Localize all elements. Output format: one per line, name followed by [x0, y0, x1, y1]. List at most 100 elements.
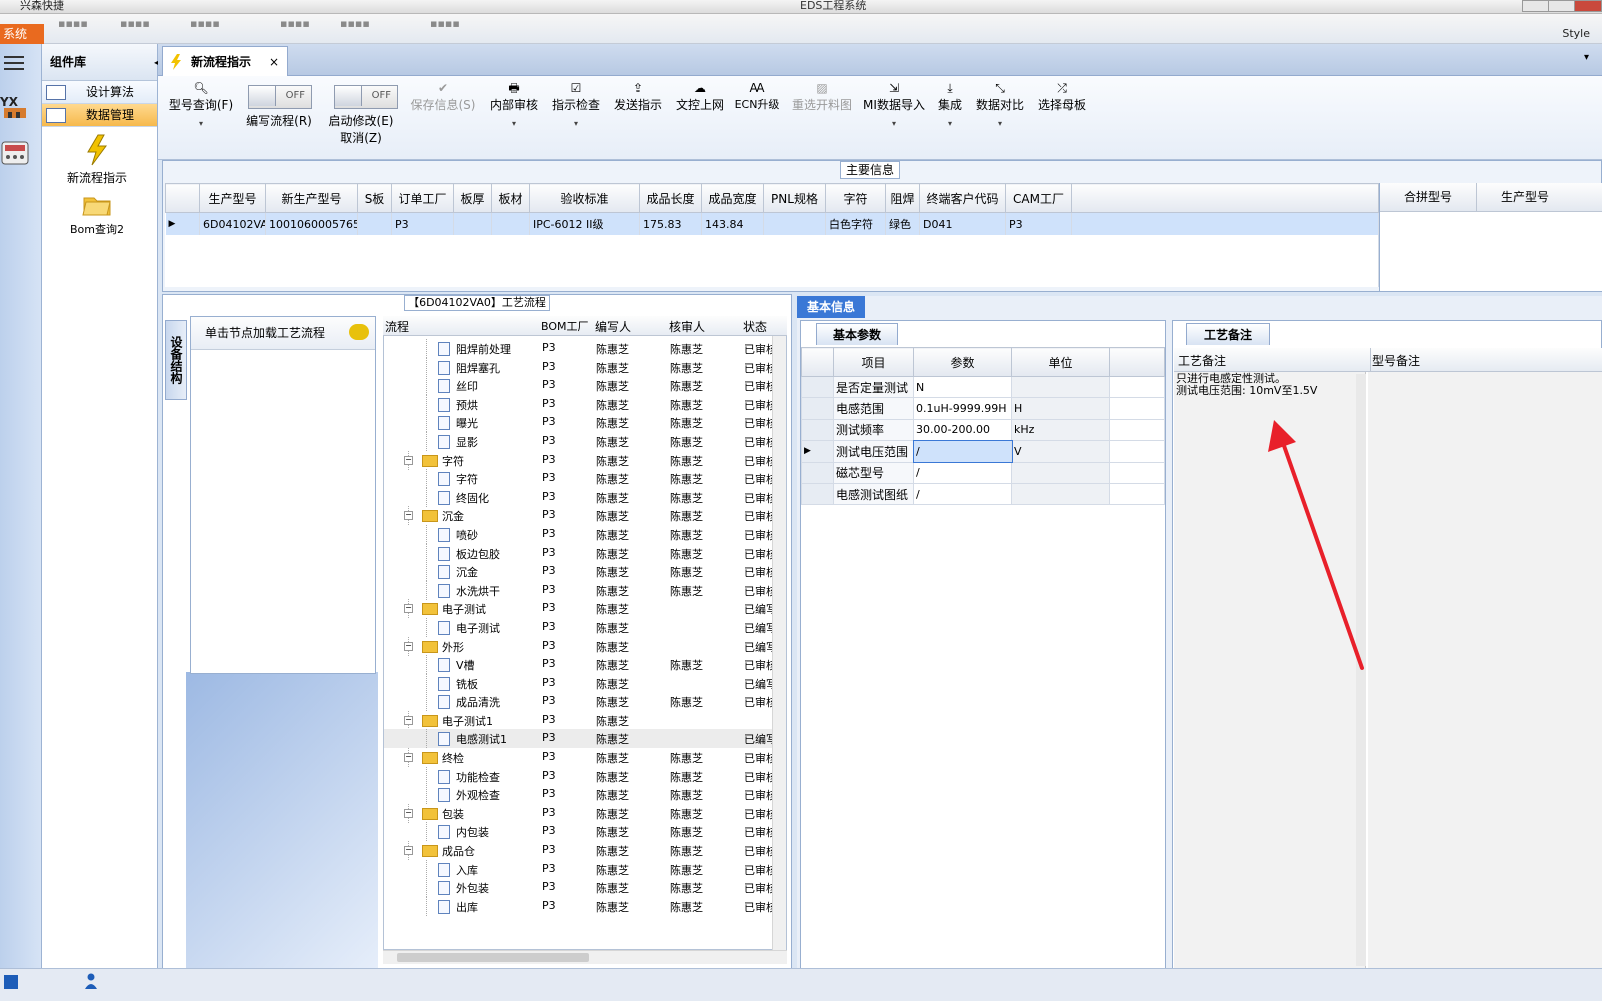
param-unit[interactable]: H: [1011, 397, 1110, 420]
menu-item[interactable]: ▪▪▪▪: [58, 17, 88, 30]
tab-new-process[interactable]: 新流程指示 ×: [162, 46, 288, 77]
menu-item[interactable]: ▪▪▪▪: [120, 17, 150, 30]
tree-row[interactable]: 出库 P3 陈惠芝 陈惠芝 已审核: [384, 896, 777, 916]
yx-module-icon[interactable]: YX: [0, 92, 30, 122]
tree-row[interactable]: 阻焊前处理 P3 陈惠芝 陈惠芝 已审核: [384, 339, 777, 358]
param-unit[interactable]: kHz: [1011, 418, 1110, 442]
column-header[interactable]: 状态: [743, 318, 767, 335]
column-header[interactable]: 阻焊: [885, 183, 920, 213]
model-note-textarea[interactable]: [1368, 372, 1602, 968]
param-unit[interactable]: [1011, 482, 1110, 506]
column-header[interactable]: 终端客户代码: [919, 183, 1006, 213]
tree-row[interactable]: − 包装 P3 陈惠芝 陈惠芝 已审核: [384, 803, 777, 823]
tree-row[interactable]: 沉金 P3 陈惠芝 陈惠芝 已审核: [384, 562, 777, 582]
column-header[interactable]: 单位: [1011, 347, 1110, 377]
param-value[interactable]: /: [913, 482, 1012, 506]
param-row[interactable]: 是否定量测试 N: [801, 375, 1165, 399]
write-process-toggle[interactable]: OFF: [248, 85, 312, 109]
param-item[interactable]: 电感测试图纸: [833, 482, 914, 506]
tree-row[interactable]: 终固化 P3 陈惠芝 陈惠芝 已审核: [384, 487, 777, 507]
column-header[interactable]: 参数: [913, 347, 1012, 377]
param-value[interactable]: /: [913, 461, 1012, 484]
collapse-node-icon[interactable]: −: [404, 715, 413, 725]
tree-row[interactable]: 曝光 P3 陈惠芝 陈惠芝 已审核: [384, 413, 777, 433]
dropdown-caret-icon[interactable]: ▾: [974, 119, 1026, 128]
param-item[interactable]: 测试频率: [833, 418, 914, 442]
side-tab-equipment[interactable]: 设备结构: [165, 320, 187, 400]
tool-new-process[interactable]: 新流程指示: [42, 134, 152, 186]
tree-row[interactable]: 电子测试 P3 陈惠芝 已编写: [384, 617, 777, 637]
collapse-node-icon[interactable]: −: [404, 846, 413, 856]
ecn-upgrade-button[interactable]: Ꜳ ECN升级: [734, 80, 780, 112]
param-value[interactable]: 0.1uH-9999.99H: [913, 397, 1012, 420]
column-header[interactable]: PNL规格: [763, 183, 826, 213]
tree-row[interactable]: − 外形 P3 陈惠芝 已编写: [384, 636, 777, 656]
column-header[interactable]: 成品宽度: [701, 183, 764, 213]
column-header[interactable]: 板厚: [453, 183, 492, 213]
column-header[interactable]: 核审人: [669, 318, 705, 335]
param-unit[interactable]: [1011, 375, 1110, 399]
load-process-header[interactable]: 单击节点加载工艺流程: [191, 317, 375, 350]
menu-item[interactable]: ▪▪▪▪: [190, 17, 220, 30]
param-row[interactable]: 测试频率 30.00-200.00 kHz: [801, 418, 1165, 442]
table-cell[interactable]: D041: [919, 212, 1006, 235]
param-row[interactable]: ▶ 测试电压范围 / V: [801, 439, 1165, 464]
hamburger-icon[interactable]: [4, 56, 24, 72]
collapse-node-icon[interactable]: −: [404, 753, 413, 763]
column-header[interactable]: 合拼型号: [1380, 183, 1477, 211]
collapse-node-icon[interactable]: −: [404, 641, 413, 651]
param-value[interactable]: /: [912, 439, 1013, 464]
tree-row[interactable]: 电感测试1 P3 陈惠芝 已编写: [384, 729, 777, 749]
minimize-button[interactable]: [1522, 0, 1550, 12]
table-cell[interactable]: P3: [1005, 212, 1072, 235]
table-cell[interactable]: [357, 212, 392, 235]
sidebar-item-design-algorithm[interactable]: 设计算法: [42, 81, 157, 104]
table-cell[interactable]: [491, 212, 530, 235]
style-label[interactable]: Style: [1562, 27, 1590, 40]
tree-row[interactable]: − 成品仓 P3 陈惠芝 陈惠芝 已审核: [384, 841, 777, 861]
model-query-button[interactable]: 🔍︎ 型号查询(F) ▾: [168, 80, 234, 128]
tree-row[interactable]: 铣板 P3 陈惠芝 已编写: [384, 673, 777, 693]
close-window-button[interactable]: [1574, 0, 1602, 12]
tree-row[interactable]: 阻焊塞孔 P3 陈惠芝 陈惠芝 已审核: [384, 357, 777, 377]
main-info-row[interactable]: ▶ 6D04102VA010010600057651 P3 IPC-6012 II级…: [165, 212, 1379, 235]
column-header[interactable]: 字符: [825, 183, 886, 213]
scroll-thumb[interactable]: [397, 953, 589, 962]
tree-row[interactable]: 功能检查 P3 陈惠芝 陈惠芝 已审核: [384, 766, 777, 786]
param-unit[interactable]: V: [1011, 440, 1110, 463]
tree-row[interactable]: 成品清洗 P3 陈惠芝 陈惠芝 已审核: [384, 692, 777, 712]
table-cell[interactable]: IPC-6012 II级: [529, 212, 640, 235]
tree-row[interactable]: 预烘 P3 陈惠芝 陈惠芝 已审核: [384, 394, 777, 414]
tree-row[interactable]: 显影 P3 陈惠芝 陈惠芝 已审核: [384, 431, 777, 451]
column-header[interactable]: BOM工厂: [541, 318, 589, 334]
table-cell[interactable]: 6D04102VA0: [199, 212, 266, 235]
mi-import-button[interactable]: ⇲ MI数据导入 ▾: [862, 80, 926, 128]
tree-row[interactable]: − 终检 P3 陈惠芝 陈惠芝 已审核: [384, 748, 777, 768]
column-header[interactable]: CAM工厂: [1005, 183, 1072, 213]
param-item[interactable]: 电感范围: [833, 397, 914, 420]
param-row[interactable]: 电感范围 0.1uH-9999.99H H: [801, 397, 1165, 420]
dropdown-caret-icon[interactable]: ▾: [550, 119, 602, 128]
collapse-node-icon[interactable]: −: [404, 604, 413, 614]
table-cell[interactable]: 绿色: [885, 212, 920, 235]
sidebar-item-data-management[interactable]: 数据管理: [42, 104, 157, 127]
param-row[interactable]: 磁芯型号 /: [801, 461, 1165, 484]
maximize-button[interactable]: [1548, 0, 1576, 12]
tree-horizontal-scrollbar[interactable]: [383, 950, 787, 964]
select-mother-board-button[interactable]: ⤮ 选择母板: [1036, 80, 1088, 113]
menu-item[interactable]: ▪▪▪▪: [280, 17, 310, 30]
param-value[interactable]: N: [913, 375, 1012, 399]
column-header[interactable]: 生产型号: [1477, 183, 1573, 211]
column-header[interactable]: S板: [357, 183, 392, 213]
param-row[interactable]: 电感测试图纸 /: [801, 482, 1165, 506]
param-value[interactable]: 30.00-200.00: [913, 418, 1012, 442]
param-item[interactable]: 是否定量测试: [833, 375, 914, 399]
tree-row[interactable]: − 沉金 P3 陈惠芝 陈惠芝 已审核: [384, 506, 777, 526]
column-header[interactable]: 流程: [385, 318, 409, 335]
table-cell[interactable]: P3: [391, 212, 454, 235]
column-header[interactable]: 订单工厂: [391, 183, 454, 213]
dropdown-caret-icon[interactable]: ▾: [488, 119, 540, 128]
table-cell[interactable]: 143.84: [701, 212, 764, 235]
tree-row[interactable]: − 字符 P3 陈惠芝 陈惠芝 已审核: [384, 450, 777, 470]
column-header[interactable]: 新生产型号: [265, 183, 358, 213]
